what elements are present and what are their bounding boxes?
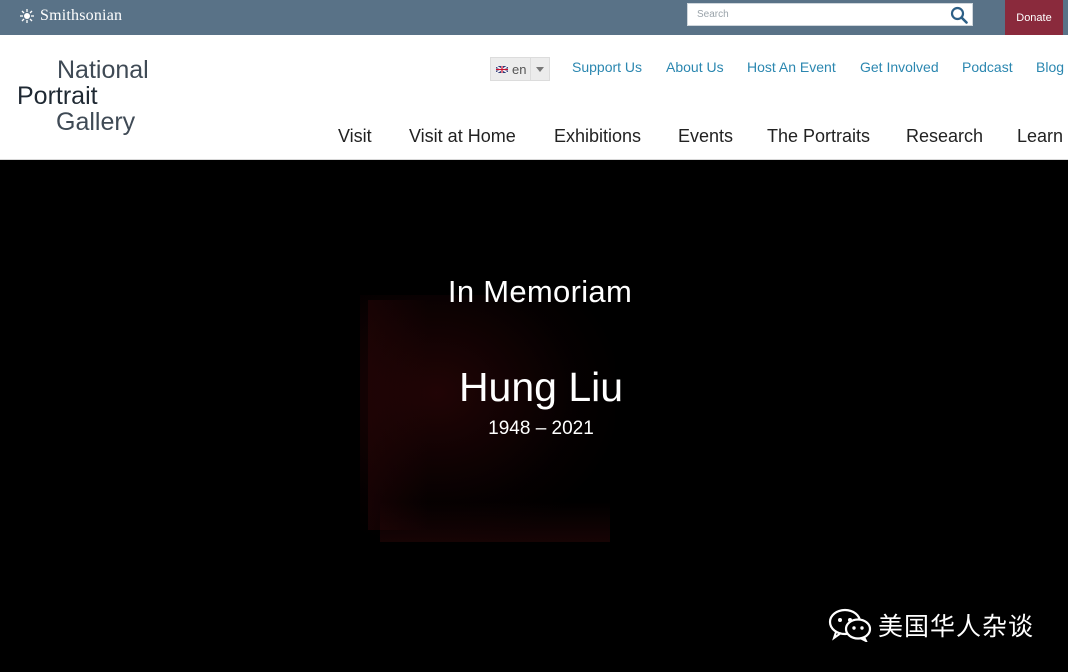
nav-exhibitions[interactable]: Exhibitions (554, 126, 641, 147)
smithsonian-bar: Smithsonian Donate (0, 0, 1068, 35)
memoriam-heading: In Memoriam (447, 274, 633, 309)
link-host-an-event[interactable]: Host An Event (747, 59, 836, 75)
language-code: en (512, 61, 527, 77)
link-about-us[interactable]: About Us (666, 59, 724, 75)
uk-flag-icon (496, 65, 508, 73)
nav-research[interactable]: Research (906, 126, 983, 147)
nav-visit-at-home[interactable]: Visit at Home (409, 126, 516, 147)
caret-down-icon (530, 58, 549, 80)
logo-line-portrait: Portrait (17, 82, 98, 110)
language-selector[interactable]: en (490, 57, 550, 81)
link-get-involved[interactable]: Get Involved (860, 59, 939, 75)
search-input[interactable] (688, 4, 947, 25)
link-support-us[interactable]: Support Us (572, 59, 642, 75)
nav-visit[interactable]: Visit (338, 126, 372, 147)
logo-line-national: National (57, 56, 149, 84)
nav-the-portraits[interactable]: The Portraits (767, 126, 870, 147)
smithsonian-logo[interactable]: Smithsonian (20, 6, 122, 26)
link-blog[interactable]: Blog (1036, 59, 1064, 75)
search-button[interactable] (948, 5, 970, 25)
faded-frame-bottom (380, 502, 610, 542)
npg-logo[interactable]: National Portrait Gallery (17, 57, 167, 139)
watermark-text: 美国华人杂谈 (878, 612, 1035, 641)
wechat-watermark: 美国华人杂谈 (828, 608, 1034, 642)
logo-line-gallery: Gallery (56, 108, 136, 136)
site-header: National Portrait Gallery en Support Us … (0, 35, 1068, 160)
smithsonian-wordmark: Smithsonian (40, 7, 123, 24)
nav-learn[interactable]: Learn (1017, 126, 1063, 147)
wechat-icon (828, 608, 872, 642)
honoree-name: Hung Liu (458, 364, 624, 410)
search-icon (950, 6, 968, 24)
faded-frame-edge (368, 300, 428, 530)
memorial-hero: In Memoriam Hung Liu 1948 – 2021 美国华人杂谈 (0, 160, 1068, 672)
nav-events[interactable]: Events (678, 126, 733, 147)
sunburst-icon (20, 9, 34, 23)
link-podcast[interactable]: Podcast (962, 59, 1013, 75)
honoree-years: 1948 – 2021 (488, 418, 594, 439)
donate-button[interactable]: Donate (1005, 0, 1063, 35)
search-box (687, 3, 973, 26)
